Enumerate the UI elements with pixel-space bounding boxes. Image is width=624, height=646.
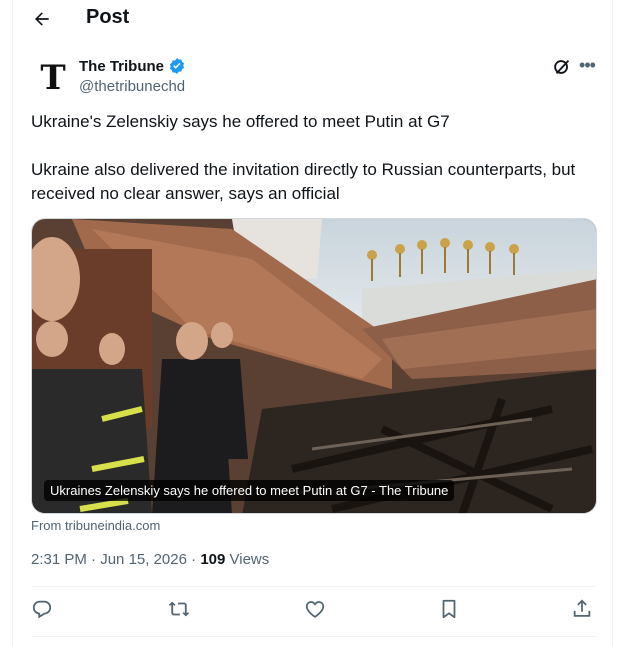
divider (31, 586, 597, 587)
author-handle[interactable]: @thetribunechd (79, 78, 185, 95)
grok-button[interactable] (551, 56, 573, 78)
like-button[interactable] (304, 598, 328, 622)
divider (31, 636, 597, 637)
news-photo (32, 219, 596, 513)
link-card-image[interactable]: Ukraines Zelenskiy says he offered to me… (31, 218, 597, 514)
post-body: Ukraine also delivered the invitation di… (31, 160, 576, 203)
meta-separator: · (191, 551, 201, 568)
post-headline: Ukraine's Zelenskiy says he offered to m… (31, 112, 450, 131)
avatar[interactable]: T (33, 58, 73, 98)
avatar-letter: T (40, 58, 66, 98)
arrow-left-icon (35, 12, 49, 26)
more-icon: ••• (579, 55, 596, 75)
post-time[interactable]: 2:31 PM (31, 551, 87, 568)
page-title: Post (86, 6, 130, 28)
bookmark-button[interactable] (438, 598, 462, 622)
reply-icon (32, 600, 52, 619)
grok-icon (554, 59, 570, 75)
more-options-button[interactable]: ••• (576, 56, 598, 78)
action-bar (31, 598, 597, 626)
post-meta: 2:31 PM · Jun 15, 2026 · 109 Views (31, 551, 269, 568)
post-detail-column: Post T The Tribune @thetribunechd ••• Uk… (12, 0, 613, 646)
share-icon (573, 599, 591, 617)
back-button[interactable] (29, 6, 55, 32)
post-date[interactable]: Jun 15, 2026 (100, 551, 187, 568)
verified-badge-icon (169, 58, 185, 74)
link-card-caption: Ukraines Zelenskiy says he offered to me… (44, 480, 455, 501)
reply-button[interactable] (31, 598, 55, 622)
author-name[interactable]: The Tribune (79, 58, 164, 75)
views-count: 109 (200, 551, 226, 568)
author-name-row[interactable]: The Tribune (79, 57, 186, 75)
link-card-source[interactable]: From tribuneindia.com (31, 518, 160, 533)
views-label: Views (229, 551, 270, 568)
repost-button[interactable] (168, 598, 192, 622)
share-button[interactable] (571, 598, 595, 622)
header: Post (13, 0, 613, 36)
meta-separator: · (91, 551, 101, 568)
bookmark-icon (442, 599, 456, 619)
repost-icon (168, 601, 190, 617)
like-icon (305, 601, 325, 618)
